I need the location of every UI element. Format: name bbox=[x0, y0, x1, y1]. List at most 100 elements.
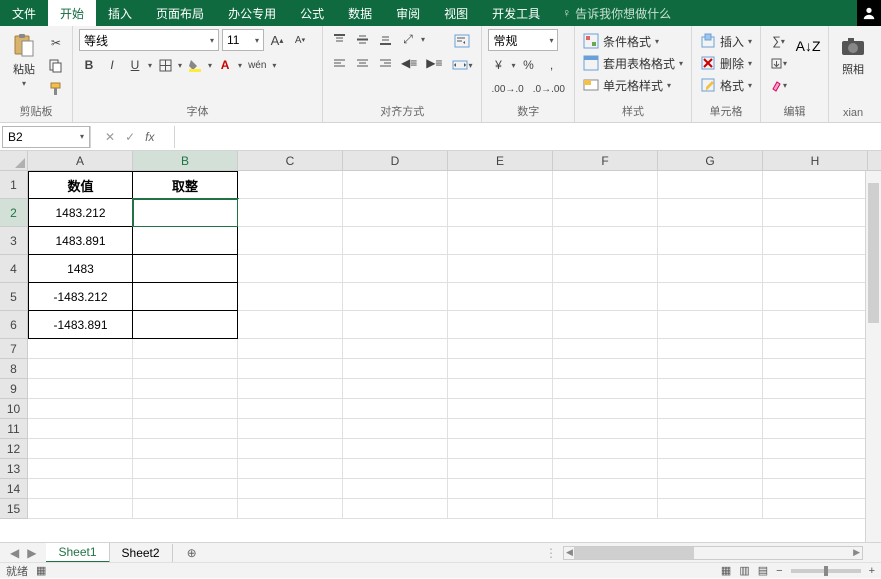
cell-B3[interactable] bbox=[133, 227, 238, 255]
cell-E8[interactable] bbox=[448, 359, 553, 379]
cell-H10[interactable] bbox=[763, 399, 868, 419]
cell-A1[interactable]: 数值 bbox=[28, 171, 133, 199]
increase-decimal-button[interactable]: .00→.0 bbox=[488, 79, 526, 99]
cell-B14[interactable] bbox=[133, 479, 238, 499]
cell-C4[interactable] bbox=[238, 255, 343, 283]
cell-C11[interactable] bbox=[238, 419, 343, 439]
cell-E1[interactable] bbox=[448, 171, 553, 199]
tab-data[interactable]: 数据 bbox=[336, 0, 384, 26]
cell-C1[interactable] bbox=[238, 171, 343, 199]
fx-button[interactable]: fx bbox=[145, 130, 160, 144]
cell-F9[interactable] bbox=[553, 379, 658, 399]
cell-C2[interactable] bbox=[238, 199, 343, 227]
cell-D6[interactable] bbox=[343, 311, 448, 339]
font-color-button[interactable]: A bbox=[215, 55, 235, 75]
cell-D13[interactable] bbox=[343, 459, 448, 479]
conditional-format-button[interactable]: 条件格式▾ bbox=[581, 31, 685, 51]
cell-G4[interactable] bbox=[658, 255, 763, 283]
cell-G1[interactable] bbox=[658, 171, 763, 199]
cell-E14[interactable] bbox=[448, 479, 553, 499]
cell-C9[interactable] bbox=[238, 379, 343, 399]
decrease-indent-button[interactable]: ◀≡ bbox=[398, 53, 420, 73]
tab-review[interactable]: 审阅 bbox=[384, 0, 432, 26]
phonetic-button[interactable]: wén bbox=[245, 55, 269, 75]
cell-D5[interactable] bbox=[343, 283, 448, 311]
view-normal-button[interactable]: ▦ bbox=[721, 564, 731, 577]
col-header-D[interactable]: D bbox=[343, 151, 448, 171]
cell-G15[interactable] bbox=[658, 499, 763, 519]
col-header-G[interactable]: G bbox=[658, 151, 763, 171]
name-box[interactable]: B2▾ bbox=[2, 126, 90, 148]
tab-office[interactable]: 办公专用 bbox=[216, 0, 288, 26]
underline-button[interactable]: U bbox=[125, 55, 145, 75]
cut-button[interactable]: ✂ bbox=[46, 33, 66, 53]
cell-H8[interactable] bbox=[763, 359, 868, 379]
sheet-nav-first[interactable]: ◀ bbox=[10, 546, 19, 560]
cell-H13[interactable] bbox=[763, 459, 868, 479]
cell-D2[interactable] bbox=[343, 199, 448, 227]
align-middle-button[interactable] bbox=[352, 29, 372, 49]
cell-E2[interactable] bbox=[448, 199, 553, 227]
percent-button[interactable]: % bbox=[519, 55, 539, 75]
cell-B5[interactable] bbox=[133, 283, 238, 311]
tab-view[interactable]: 视图 bbox=[432, 0, 480, 26]
cell-C8[interactable] bbox=[238, 359, 343, 379]
cell-A14[interactable] bbox=[28, 479, 133, 499]
cell-A11[interactable] bbox=[28, 419, 133, 439]
col-header-I[interactable]: I bbox=[868, 151, 881, 171]
comma-button[interactable]: , bbox=[542, 55, 562, 75]
cell-D14[interactable] bbox=[343, 479, 448, 499]
cell-B9[interactable] bbox=[133, 379, 238, 399]
cell-H3[interactable] bbox=[763, 227, 868, 255]
tab-developer[interactable]: 开发工具 bbox=[480, 0, 552, 26]
cell-H2[interactable] bbox=[763, 199, 868, 227]
font-size-select[interactable]: 11▾ bbox=[222, 29, 264, 51]
align-center-button[interactable] bbox=[352, 53, 372, 73]
enter-formula-button[interactable]: ✓ bbox=[125, 130, 135, 144]
copy-button[interactable] bbox=[46, 56, 66, 76]
cell-B1[interactable]: 取整 bbox=[133, 171, 238, 199]
cell-E15[interactable] bbox=[448, 499, 553, 519]
cell-F2[interactable] bbox=[553, 199, 658, 227]
cell-D4[interactable] bbox=[343, 255, 448, 283]
cell-A8[interactable] bbox=[28, 359, 133, 379]
row-header-15[interactable]: 15 bbox=[0, 499, 28, 519]
font-name-select[interactable]: 等线▾ bbox=[79, 29, 219, 51]
fill-button[interactable]: ▾ bbox=[767, 53, 790, 73]
cancel-formula-button[interactable]: ✕ bbox=[105, 130, 115, 144]
autosum-button[interactable]: ∑▾ bbox=[767, 31, 790, 51]
cell-G14[interactable] bbox=[658, 479, 763, 499]
cell-A4[interactable]: 1483 bbox=[28, 255, 133, 283]
cell-A12[interactable] bbox=[28, 439, 133, 459]
cell-F8[interactable] bbox=[553, 359, 658, 379]
cell-G13[interactable] bbox=[658, 459, 763, 479]
select-all-corner[interactable] bbox=[0, 151, 28, 171]
cell-B6[interactable] bbox=[133, 311, 238, 339]
chevron-down-icon[interactable]: ▾ bbox=[148, 61, 152, 70]
cell-G10[interactable] bbox=[658, 399, 763, 419]
cell-G8[interactable] bbox=[658, 359, 763, 379]
paste-button[interactable]: 粘贴 ▾ bbox=[6, 29, 42, 88]
chevron-down-icon[interactable]: ▾ bbox=[238, 61, 242, 70]
cell-B12[interactable] bbox=[133, 439, 238, 459]
cell-style-button[interactable]: 单元格样式▾ bbox=[581, 75, 685, 95]
number-format-select[interactable]: 常规▾ bbox=[488, 29, 558, 51]
cell-C12[interactable] bbox=[238, 439, 343, 459]
cell-C6[interactable] bbox=[238, 311, 343, 339]
cell-E13[interactable] bbox=[448, 459, 553, 479]
cell-G7[interactable] bbox=[658, 339, 763, 359]
cell-E9[interactable] bbox=[448, 379, 553, 399]
cell-D11[interactable] bbox=[343, 419, 448, 439]
cell-B15[interactable] bbox=[133, 499, 238, 519]
increase-font-button[interactable]: A▴ bbox=[267, 30, 287, 50]
row-header-2[interactable]: 2 bbox=[0, 199, 28, 227]
cell-D9[interactable] bbox=[343, 379, 448, 399]
cell-F14[interactable] bbox=[553, 479, 658, 499]
cell-A13[interactable] bbox=[28, 459, 133, 479]
cell-E5[interactable] bbox=[448, 283, 553, 311]
cell-H1[interactable] bbox=[763, 171, 868, 199]
cell-B13[interactable] bbox=[133, 459, 238, 479]
col-header-B[interactable]: B bbox=[133, 151, 238, 171]
cell-H11[interactable] bbox=[763, 419, 868, 439]
sheet-tab-2[interactable]: Sheet2 bbox=[110, 544, 173, 562]
